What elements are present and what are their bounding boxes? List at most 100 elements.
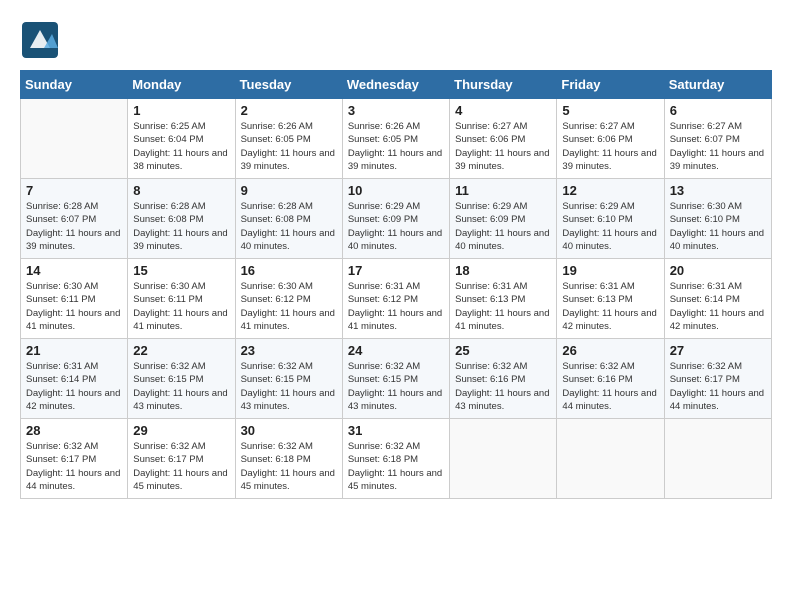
calendar-cell: 2 Sunrise: 6:26 AMSunset: 6:05 PMDaylight…	[235, 99, 342, 179]
calendar-cell: 6 Sunrise: 6:27 AMSunset: 6:07 PMDaylight…	[664, 99, 771, 179]
calendar-cell: 27 Sunrise: 6:32 AMSunset: 6:17 PMDayligh…	[664, 339, 771, 419]
calendar-cell: 14Sunrise: 6:30 AMSunset: 6:11 PMDayligh…	[21, 259, 128, 339]
header-friday: Friday	[557, 71, 664, 99]
calendar-cell: 8 Sunrise: 6:28 AMSunset: 6:08 PMDaylight…	[128, 179, 235, 259]
day-number: 22	[133, 343, 229, 358]
day-number: 12	[562, 183, 658, 198]
calendar-cell: 26Sunrise: 6:32 AMSunset: 6:16 PMDayligh…	[557, 339, 664, 419]
day-number: 27	[670, 343, 766, 358]
day-number: 28	[26, 423, 122, 438]
day-number: 31	[348, 423, 444, 438]
calendar-cell: 4Sunrise: 6:27 AMSunset: 6:06 PMDaylight…	[450, 99, 557, 179]
calendar-week-row: 7 Sunrise: 6:28 AMSunset: 6:07 PMDaylight…	[21, 179, 772, 259]
day-number: 14	[26, 263, 122, 278]
day-number: 7	[26, 183, 122, 198]
calendar-week-row: 21 Sunrise: 6:31 AMSunset: 6:14 PMDayligh…	[21, 339, 772, 419]
day-info: Sunrise: 6:32 AMSunset: 6:15 PMDaylight:…	[241, 360, 337, 413]
day-number: 16	[241, 263, 337, 278]
calendar-cell: 19 Sunrise: 6:31 AMSunset: 6:13 PMDayligh…	[557, 259, 664, 339]
day-info: Sunrise: 6:31 AMSunset: 6:13 PMDaylight:…	[562, 280, 658, 333]
calendar-cell: 16 Sunrise: 6:30 AMSunset: 6:12 PMDayligh…	[235, 259, 342, 339]
day-number: 25	[455, 343, 551, 358]
day-info: Sunrise: 6:32 AMSunset: 6:18 PMDaylight:…	[241, 440, 337, 493]
day-info: Sunrise: 6:31 AMSunset: 6:14 PMDaylight:…	[26, 360, 122, 413]
day-info: Sunrise: 6:25 AMSunset: 6:04 PMDaylight:…	[133, 120, 229, 173]
day-info: Sunrise: 6:29 AMSunset: 6:09 PMDaylight:…	[348, 200, 444, 253]
day-info: Sunrise: 6:29 AMSunset: 6:10 PMDaylight:…	[562, 200, 658, 253]
day-number: 10	[348, 183, 444, 198]
day-info: Sunrise: 6:30 AMSunset: 6:11 PMDaylight:…	[133, 280, 229, 333]
day-info: Sunrise: 6:32 AMSunset: 6:17 PMDaylight:…	[26, 440, 122, 493]
day-number: 20	[670, 263, 766, 278]
calendar-cell	[664, 419, 771, 499]
day-info: Sunrise: 6:29 AMSunset: 6:09 PMDaylight:…	[455, 200, 551, 253]
calendar-table: SundayMondayTuesdayWednesdayThursdayFrid…	[20, 70, 772, 499]
day-info: Sunrise: 6:32 AMSunset: 6:16 PMDaylight:…	[562, 360, 658, 413]
calendar-cell: 17 Sunrise: 6:31 AMSunset: 6:12 PMDayligh…	[342, 259, 449, 339]
calendar-cell: 7 Sunrise: 6:28 AMSunset: 6:07 PMDaylight…	[21, 179, 128, 259]
day-info: Sunrise: 6:30 AMSunset: 6:10 PMDaylight:…	[670, 200, 766, 253]
day-info: Sunrise: 6:31 AMSunset: 6:14 PMDaylight:…	[670, 280, 766, 333]
day-number: 17	[348, 263, 444, 278]
calendar-cell: 15 Sunrise: 6:30 AMSunset: 6:11 PMDayligh…	[128, 259, 235, 339]
calendar-cell: 9Sunrise: 6:28 AMSunset: 6:08 PMDaylight…	[235, 179, 342, 259]
day-number: 19	[562, 263, 658, 278]
day-info: Sunrise: 6:32 AMSunset: 6:17 PMDaylight:…	[133, 440, 229, 493]
day-number: 3	[348, 103, 444, 118]
day-info: Sunrise: 6:30 AMSunset: 6:12 PMDaylight:…	[241, 280, 337, 333]
calendar-week-row: 28 Sunrise: 6:32 AMSunset: 6:17 PMDayligh…	[21, 419, 772, 499]
logo	[20, 20, 64, 60]
header-saturday: Saturday	[664, 71, 771, 99]
day-number: 21	[26, 343, 122, 358]
calendar-cell: 13 Sunrise: 6:30 AMSunset: 6:10 PMDayligh…	[664, 179, 771, 259]
day-info: Sunrise: 6:31 AMSunset: 6:12 PMDaylight:…	[348, 280, 444, 333]
day-number: 6	[670, 103, 766, 118]
calendar-cell	[450, 419, 557, 499]
day-info: Sunrise: 6:28 AMSunset: 6:07 PMDaylight:…	[26, 200, 122, 253]
day-number: 1	[133, 103, 229, 118]
day-info: Sunrise: 6:28 AMSunset: 6:08 PMDaylight:…	[133, 200, 229, 253]
header-monday: Monday	[128, 71, 235, 99]
day-info: Sunrise: 6:27 AMSunset: 6:06 PMDaylight:…	[562, 120, 658, 173]
header-thursday: Thursday	[450, 71, 557, 99]
calendar-cell: 31 Sunrise: 6:32 AMSunset: 6:18 PMDayligh…	[342, 419, 449, 499]
calendar-cell: 11 Sunrise: 6:29 AMSunset: 6:09 PMDayligh…	[450, 179, 557, 259]
logo-icon	[20, 20, 60, 60]
page-header	[20, 20, 772, 60]
day-info: Sunrise: 6:32 AMSunset: 6:16 PMDaylight:…	[455, 360, 551, 413]
calendar-cell	[557, 419, 664, 499]
calendar-cell: 18Sunrise: 6:31 AMSunset: 6:13 PMDayligh…	[450, 259, 557, 339]
calendar-week-row: 1 Sunrise: 6:25 AMSunset: 6:04 PMDaylight…	[21, 99, 772, 179]
day-info: Sunrise: 6:27 AMSunset: 6:07 PMDaylight:…	[670, 120, 766, 173]
day-number: 15	[133, 263, 229, 278]
day-info: Sunrise: 6:26 AMSunset: 6:05 PMDaylight:…	[241, 120, 337, 173]
day-info: Sunrise: 6:28 AMSunset: 6:08 PMDaylight:…	[241, 200, 337, 253]
day-number: 11	[455, 183, 551, 198]
day-number: 8	[133, 183, 229, 198]
day-number: 29	[133, 423, 229, 438]
day-info: Sunrise: 6:32 AMSunset: 6:15 PMDaylight:…	[348, 360, 444, 413]
day-number: 5	[562, 103, 658, 118]
day-number: 13	[670, 183, 766, 198]
day-info: Sunrise: 6:32 AMSunset: 6:15 PMDaylight:…	[133, 360, 229, 413]
calendar-cell: 28 Sunrise: 6:32 AMSunset: 6:17 PMDayligh…	[21, 419, 128, 499]
day-number: 2	[241, 103, 337, 118]
calendar-cell: 25 Sunrise: 6:32 AMSunset: 6:16 PMDayligh…	[450, 339, 557, 419]
header-wednesday: Wednesday	[342, 71, 449, 99]
day-number: 24	[348, 343, 444, 358]
calendar-cell: 10 Sunrise: 6:29 AMSunset: 6:09 PMDayligh…	[342, 179, 449, 259]
calendar-cell: 24 Sunrise: 6:32 AMSunset: 6:15 PMDayligh…	[342, 339, 449, 419]
day-info: Sunrise: 6:31 AMSunset: 6:13 PMDaylight:…	[455, 280, 551, 333]
calendar-week-row: 14 Sunrise: 6:30 AMSunset: 6:11 PMDayligh…	[21, 259, 772, 339]
calendar-cell: 23 Sunrise: 6:32 AMSunset: 6:15 PMDayligh…	[235, 339, 342, 419]
day-info: Sunrise: 6:32 AMSunset: 6:17 PMDaylight:…	[670, 360, 766, 413]
calendar-cell: 12 Sunrise: 6:29 AMSunset: 6:10 PMDayligh…	[557, 179, 664, 259]
calendar-cell	[21, 99, 128, 179]
calendar-cell: 21 Sunrise: 6:31 AMSunset: 6:14 PMDayligh…	[21, 339, 128, 419]
day-number: 23	[241, 343, 337, 358]
calendar-cell: 5 Sunrise: 6:27 AMSunset: 6:06 PMDaylight…	[557, 99, 664, 179]
calendar-header-row: SundayMondayTuesdayWednesdayThursdayFrid…	[21, 71, 772, 99]
day-info: Sunrise: 6:32 AMSunset: 6:18 PMDaylight:…	[348, 440, 444, 493]
calendar-cell: 29 Sunrise: 6:32 AMSunset: 6:17 PMDayligh…	[128, 419, 235, 499]
calendar-cell: 30Sunrise: 6:32 AMSunset: 6:18 PMDayligh…	[235, 419, 342, 499]
